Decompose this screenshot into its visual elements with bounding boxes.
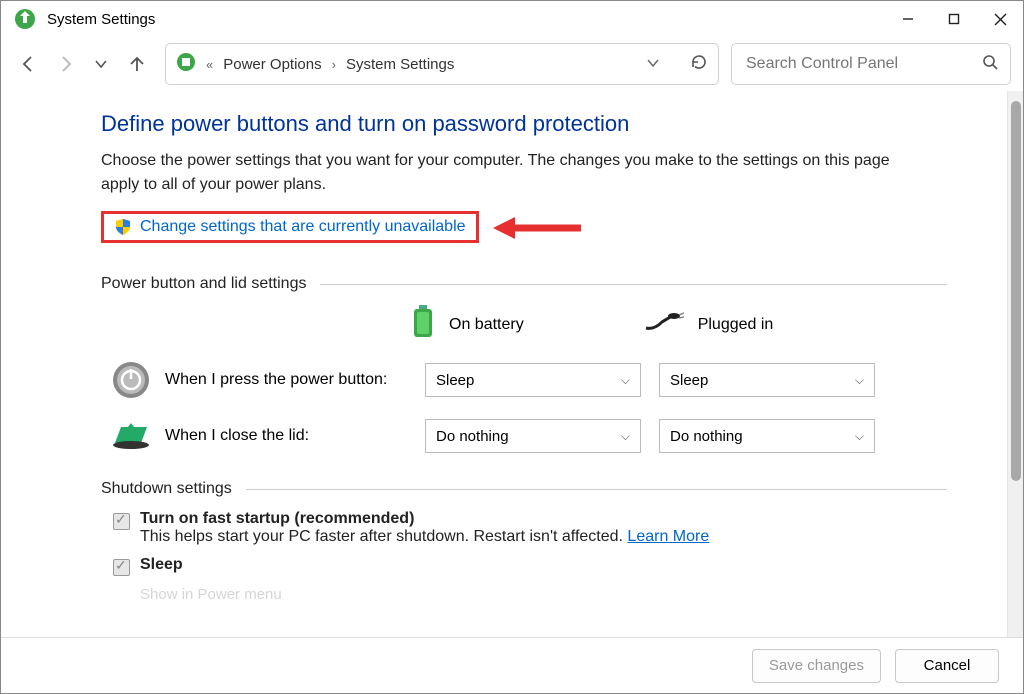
app-icon: [13, 7, 37, 31]
chevron-down-icon: ⌵: [855, 373, 864, 388]
vertical-scrollbar[interactable]: [1007, 91, 1023, 637]
forward-button[interactable]: [49, 48, 81, 80]
laptop-lid-icon: [111, 416, 151, 456]
close-lid-battery-select[interactable]: Do nothing⌵: [425, 419, 641, 453]
sleep-label: Sleep: [140, 556, 183, 574]
maximize-button[interactable]: [931, 4, 977, 34]
page-title: Define power buttons and turn on passwor…: [101, 111, 947, 137]
footer: Save changes Cancel: [1, 637, 1023, 693]
plug-icon: [644, 312, 684, 337]
window-title: System Settings: [47, 11, 155, 28]
close-button[interactable]: [977, 4, 1023, 34]
page-description: Choose the power settings that you want …: [101, 149, 901, 197]
row-label: When I close the lid:: [165, 427, 425, 445]
close-lid-plugged-select[interactable]: Do nothing⌵: [659, 419, 875, 453]
section-shutdown-heading: Shutdown settings: [101, 480, 947, 498]
section-title: Power button and lid settings: [101, 275, 306, 293]
recent-dropdown[interactable]: [85, 48, 117, 80]
minimize-button[interactable]: [885, 4, 931, 34]
content-area: Define power buttons and turn on passwor…: [1, 91, 1023, 637]
save-changes-button[interactable]: Save changes: [752, 649, 881, 683]
fast-startup-label: Turn on fast startup (recommended): [140, 510, 709, 528]
column-on-battery: On battery: [411, 305, 524, 344]
battery-icon: [411, 305, 435, 344]
fast-startup-checkbox[interactable]: [113, 513, 130, 530]
search-input[interactable]: [744, 54, 982, 74]
back-button[interactable]: [13, 48, 45, 80]
row-power-button: When I press the power button: Sleep⌵ Sl…: [111, 360, 947, 400]
window: System Settings « Power Options › System…: [0, 0, 1024, 694]
titlebar: System Settings: [1, 1, 1023, 37]
search-box[interactable]: [731, 43, 1011, 85]
power-button-plugged-select[interactable]: Sleep⌵: [659, 363, 875, 397]
divider: [246, 489, 947, 490]
fast-startup-sub: This helps start your PC faster after sh…: [140, 528, 709, 546]
sleep-checkbox[interactable]: [113, 559, 130, 576]
row-close-lid: When I close the lid: Do nothing⌵ Do not…: [111, 416, 947, 456]
fast-startup-row: Turn on fast startup (recommended) This …: [113, 510, 947, 546]
breadcrumb-item-power-options[interactable]: Power Options: [223, 56, 321, 73]
change-settings-link[interactable]: Change settings that are currently unava…: [140, 218, 466, 236]
refresh-button[interactable]: [690, 53, 708, 75]
power-button-icon: [111, 360, 151, 400]
section-power-button-heading: Power button and lid settings: [101, 275, 947, 293]
annotation-highlight-box: Change settings that are currently unava…: [101, 211, 479, 243]
up-button[interactable]: [121, 48, 153, 80]
breadcrumb-root-sep: «: [206, 57, 213, 72]
section-title: Shutdown settings: [101, 480, 232, 498]
chevron-right-icon: ›: [332, 57, 336, 72]
address-dropdown[interactable]: [646, 56, 660, 73]
chevron-down-icon: ⌵: [621, 373, 630, 388]
divider: [320, 284, 947, 285]
column-plugged-in: Plugged in: [644, 312, 774, 337]
address-bar[interactable]: « Power Options › System Settings: [165, 43, 719, 85]
shield-icon: [114, 218, 132, 236]
control-panel-icon: [176, 52, 196, 76]
truncated-text: Show in Power menu: [140, 586, 947, 603]
breadcrumb-item-system-settings[interactable]: System Settings: [346, 56, 454, 73]
scrollbar-thumb[interactable]: [1011, 101, 1021, 481]
column-headers: On battery Plugged in: [411, 305, 947, 344]
annotation-arrow: [493, 215, 583, 245]
chevron-down-icon: ⌵: [855, 429, 864, 444]
cancel-button[interactable]: Cancel: [895, 649, 999, 683]
sleep-row: Sleep: [113, 556, 947, 576]
chevron-down-icon: ⌵: [621, 429, 630, 444]
toolbar: « Power Options › System Settings: [1, 37, 1023, 91]
power-button-battery-select[interactable]: Sleep⌵: [425, 363, 641, 397]
row-label: When I press the power button:: [165, 371, 425, 389]
learn-more-link[interactable]: Learn More: [627, 528, 709, 545]
search-icon[interactable]: [982, 54, 998, 74]
